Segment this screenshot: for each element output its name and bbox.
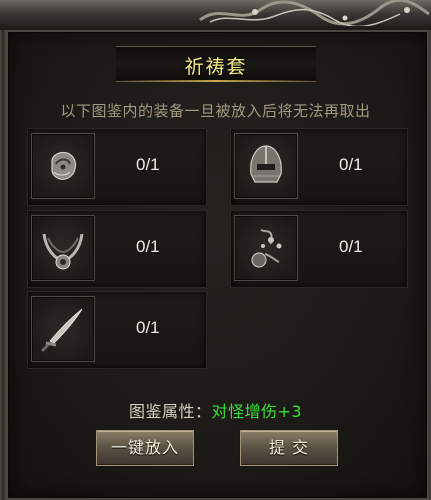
equipment-slot-necklace[interactable]: 0/1: [27, 210, 207, 288]
notice-text: 以下图鉴内的装备一旦被放入后将无法再取出: [60, 102, 371, 120]
sword-icon[interactable]: [31, 296, 95, 362]
slot-count: 0/1: [136, 155, 160, 174]
helmet-icon[interactable]: [234, 133, 298, 199]
necklace-icon[interactable]: [31, 215, 95, 281]
slot-count: 0/1: [339, 155, 363, 174]
attribute-label: 图鉴属性：: [128, 402, 212, 421]
equipment-slot-helmet[interactable]: 0/1: [230, 128, 408, 206]
title-bar: 祈祷套: [116, 46, 316, 82]
equipment-slot-sword[interactable]: 0/1: [27, 291, 207, 369]
submit-button[interactable]: 提 交: [240, 430, 338, 466]
equipment-slot-bracelet[interactable]: 0/1: [230, 210, 408, 288]
dragon-ornament-icon: [199, 0, 430, 26]
panel-title: 祈祷套: [184, 56, 248, 78]
bracelet-icon[interactable]: [234, 215, 298, 281]
equipment-slot-gauntlet[interactable]: 0/1: [27, 128, 207, 206]
slot-count: 0/1: [136, 318, 160, 337]
slot-count: 0/1: [136, 237, 160, 256]
title-underline: [116, 80, 316, 82]
collection-attribute: 图鉴属性：对怪增伤+3: [0, 398, 431, 422]
attribute-value: 对怪增伤+3: [211, 402, 303, 421]
gauntlet-icon[interactable]: [31, 133, 95, 199]
window-top-frame: [0, 0, 431, 31]
auto-fill-button[interactable]: 一键放入: [96, 430, 194, 466]
slot-count: 0/1: [339, 237, 363, 256]
